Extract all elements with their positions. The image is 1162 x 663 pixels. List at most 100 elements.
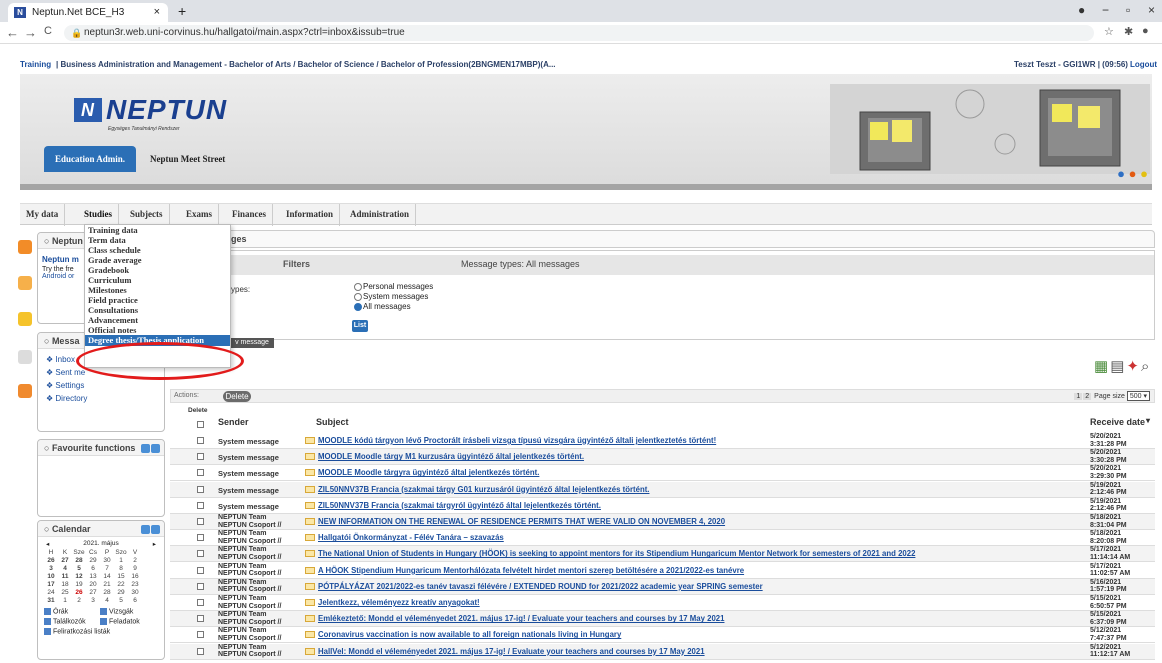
row-checkbox[interactable] [197, 631, 204, 639]
radio-personal[interactable]: Personal messages [354, 282, 433, 291]
table-row[interactable]: NEPTUN Team NEPTUN Csoport // A HÖOK Stipe… [170, 563, 1155, 579]
row-subject-link[interactable]: The National Union of Students in Hungar… [318, 549, 915, 558]
calendar-day[interactable]: 17 [44, 581, 58, 589]
dropdown-item-term-data[interactable]: Term data [85, 235, 230, 245]
row-subject-link[interactable]: Jelentkezz, véleményezz kreatív anyagoka… [318, 598, 480, 607]
education-admin-tab[interactable]: Education Admin. [44, 146, 136, 172]
calendar-day[interactable]: 1 [114, 557, 128, 565]
messages-directory-link[interactable]: ❖ Directory [38, 392, 164, 405]
dropdown-item-curriculum[interactable]: Curriculum [85, 275, 230, 285]
minimize-button[interactable]: − [1102, 3, 1109, 17]
rail-chat-icon[interactable] [18, 384, 32, 398]
row-checkbox[interactable] [197, 469, 204, 477]
table-row[interactable]: NEPTUN Team NEPTUN Csoport // Jelentkezz, … [170, 595, 1155, 611]
table-row[interactable]: System message ZIL50NNV37B Francia (szakm… [170, 481, 1155, 498]
calendar-day[interactable]: 30 [128, 589, 142, 597]
dropdown-item-grade-average[interactable]: Grade average [85, 255, 230, 265]
row-checkbox[interactable] [197, 437, 204, 444]
cal-refresh-icon[interactable] [141, 525, 150, 534]
row-subject-link[interactable]: Hallgatói Önkormányzat - Félév Tanára – … [318, 533, 504, 542]
new-tab-button[interactable]: + [178, 3, 186, 19]
calendar-day[interactable]: 28 [72, 557, 86, 565]
forward-button[interactable]: → [24, 25, 37, 40]
calendar-day[interactable]: 10 [44, 573, 58, 581]
row-checkbox[interactable] [197, 599, 204, 606]
calendar-day[interactable]: 15 [114, 573, 128, 581]
calendar-day[interactable]: 6 [128, 597, 142, 605]
calendar-day[interactable]: 18 [58, 581, 72, 589]
calendar-day[interactable]: 27 [58, 557, 72, 565]
calendar-day[interactable]: 2 [128, 557, 142, 565]
col-receive-date[interactable]: Receive date [1090, 417, 1145, 427]
table-row[interactable]: System message MOODLE Moodle tárgyra ügyi… [170, 465, 1155, 482]
calendar-day[interactable]: 31 [44, 597, 58, 605]
menu-exams[interactable]: Exams [180, 204, 220, 226]
calendar-day[interactable]: 3 [86, 597, 100, 605]
row-subject-link[interactable]: HallVel: Mondd el véleményedet 2021. máj… [318, 647, 705, 656]
table-row[interactable]: System message MOODLE kódú tárgyon lévő P… [170, 433, 1155, 449]
smiley-icon[interactable]: ● [1140, 166, 1148, 181]
calendar-day[interactable]: 2 [72, 597, 86, 605]
row-checkbox[interactable] [197, 501, 204, 509]
radio-all[interactable]: All messages [354, 302, 411, 311]
calendar-day[interactable]: 16 [128, 573, 142, 581]
col-subject[interactable]: Subject [316, 417, 349, 427]
filter-orak-checkbox[interactable]: Órák [40, 607, 72, 616]
row-checkbox[interactable] [197, 453, 204, 461]
calendar-day[interactable]: 6 [86, 565, 100, 573]
calendar-day[interactable]: 11 [58, 573, 72, 581]
neptun-logo[interactable]: N NEPTUN [74, 94, 227, 126]
calendar-day[interactable]: 26 [44, 557, 58, 565]
radio-system[interactable]: System messages [354, 292, 428, 301]
col-sender[interactable]: Sender [218, 417, 249, 427]
calendar-day[interactable]: 4 [100, 597, 114, 605]
calendar-day[interactable]: 8 [114, 565, 128, 573]
menu-subjects[interactable]: Subjects [124, 204, 170, 226]
rail-home-icon[interactable] [18, 276, 32, 290]
calendar-day[interactable]: 14 [100, 573, 114, 581]
row-subject-link[interactable]: NEW INFORMATION ON THE RENEWAL OF RESIDE… [318, 517, 725, 526]
row-subject-link[interactable]: MOODLE Moodle tárgy M1 kurzusára ügyinté… [318, 452, 584, 461]
row-subject-link[interactable]: ZIL50NNV37B Francia (szakmai tárgy G01 k… [318, 485, 649, 494]
menu-finances[interactable]: Finances [226, 204, 274, 226]
messages-settings-link[interactable]: ❖ Settings [38, 379, 164, 392]
maximize-button[interactable]: ▫ [1126, 3, 1130, 17]
calendar-next-icon[interactable]: ▸ [153, 540, 156, 548]
row-checkbox[interactable] [197, 582, 204, 590]
calendar-day[interactable]: 4 [58, 565, 72, 573]
dropdown-item-official-notes[interactable]: Official notes [85, 325, 230, 335]
table-row[interactable]: System message MOODLE Moodle tárgy M1 kur… [170, 449, 1155, 466]
dropdown-item-milestones[interactable]: Milestones [85, 285, 230, 295]
bookmark-star-icon[interactable]: ☆ [1104, 25, 1114, 38]
globe-icon[interactable]: ● [1117, 166, 1125, 181]
calendar-day[interactable]: 5 [72, 565, 86, 573]
calendar-day[interactable]: 27 [86, 589, 100, 597]
dropdown-item-field-practice[interactable]: Field practice [85, 295, 230, 305]
menu-my-data[interactable]: My data [20, 204, 66, 226]
dropdown-item-advancement[interactable]: Advancement [85, 315, 230, 325]
dropdown-item-consultations[interactable]: Consultations [85, 305, 230, 315]
row-checkbox[interactable] [197, 566, 204, 574]
filter-talalkozok-checkbox[interactable]: Találkozók [40, 617, 90, 626]
row-subject-link[interactable]: PÓTPÁLYÁZAT 2021/2022-es tanév tavaszi f… [318, 582, 763, 591]
table-row[interactable]: System message ZIL50NNV37B Francia (szakm… [170, 498, 1155, 514]
calendar-day[interactable]: 9 [128, 565, 142, 573]
calendar-day[interactable]: 3 [44, 565, 58, 573]
calendar-day[interactable]: 13 [86, 573, 100, 581]
training-link[interactable]: Training [20, 60, 51, 69]
calendar-prev-icon[interactable]: ◂ [46, 540, 49, 548]
reload-button[interactable]: C [44, 25, 52, 37]
filter-vizsgak-checkbox[interactable]: Vizsgák [96, 607, 137, 616]
meet-street-tab[interactable]: Neptun Meet Street [150, 154, 225, 164]
fav-add-icon[interactable] [141, 444, 150, 453]
row-subject-link[interactable]: MOODLE Moodle tárgyra ügyintéző által je… [318, 468, 539, 477]
calendar-day[interactable]: 30 [100, 557, 114, 565]
row-checkbox[interactable] [197, 534, 204, 542]
sort-icon[interactable]: ▾ [1146, 416, 1150, 425]
pin-icon[interactable]: ✦ [1126, 358, 1141, 375]
print-icon[interactable]: ▤ [1110, 358, 1126, 375]
browser-icon[interactable]: ● [1129, 166, 1137, 181]
menu-administration[interactable]: Administration [344, 204, 417, 226]
page-2[interactable]: 2 [1083, 393, 1092, 400]
new-message-button[interactable]: v message [230, 338, 274, 348]
